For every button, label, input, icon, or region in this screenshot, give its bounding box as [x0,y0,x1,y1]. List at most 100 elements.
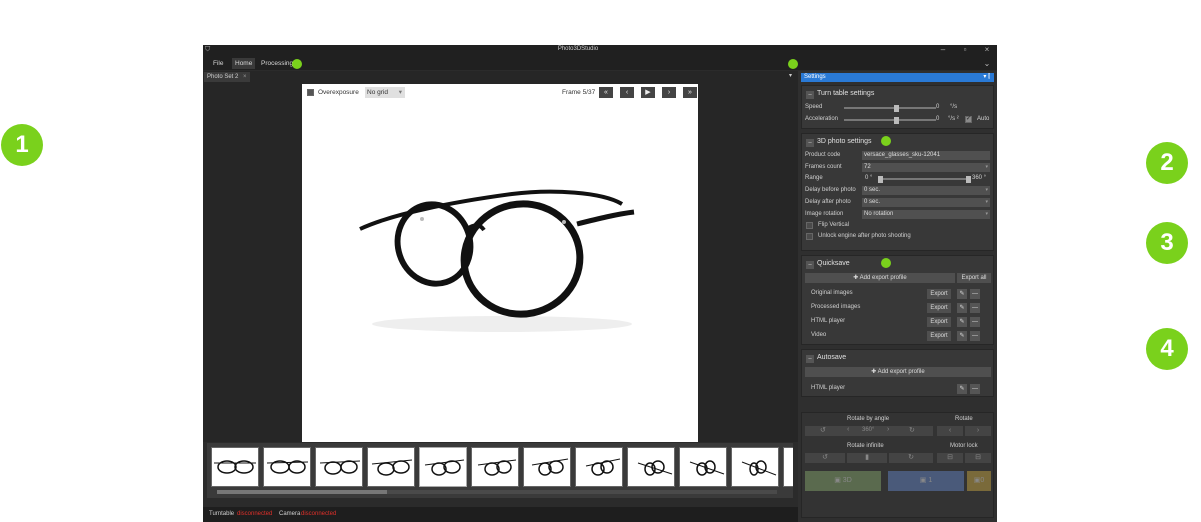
remove-icon[interactable]: — [970,303,980,313]
export-button[interactable]: Export [927,303,951,313]
rotate-infinite-cw-button[interactable]: ↻ [889,453,933,463]
export-button[interactable]: Export [927,331,951,341]
rotate-infinite-ccw-button[interactable]: ↺ [805,453,845,463]
callout-dot-1 [292,59,302,69]
minimize-icon[interactable]: – [933,45,953,56]
edit-icon[interactable]: ✎ [957,317,967,327]
product-glasses-image [359,189,635,332]
acceleration-slider-knob[interactable] [894,117,899,124]
frame-thumbnail[interactable] [367,447,415,487]
speed-slider-knob[interactable] [894,105,899,112]
maximize-icon[interactable]: ▫ [955,45,975,56]
delay-after-select[interactable]: 0 sec. ▾ [862,198,990,207]
next-frame-button[interactable]: › [662,87,676,98]
angle-decrease-icon[interactable]: ‹ [847,426,849,433]
collapse-icon[interactable]: – [806,91,814,99]
range-slider[interactable] [878,176,971,183]
delay-after-value: 0 sec. [864,199,881,205]
collapse-ribbon-icon[interactable]: ⌄ [977,59,997,70]
panel-menu-icon[interactable]: ▾ [789,72,792,79]
flip-vertical-checkbox[interactable] [806,222,813,229]
frame-thumbnail[interactable] [731,447,779,487]
delay-before-select[interactable]: 0 sec. ▾ [862,186,990,195]
shoot-3d-button[interactable]: ▣ 3D [805,471,881,491]
frames-scrollbar-thumb[interactable] [217,490,387,494]
menu-home[interactable]: Home [232,58,256,69]
speed-label: Speed [805,104,823,110]
edit-icon[interactable]: ✎ [957,384,967,394]
quicksave-group: – Quicksave ✚ Add export profile Export … [801,255,994,345]
turntable-settings-title: Turn table settings [817,90,875,97]
frame-thumbnail[interactable] [575,447,623,487]
frame-thumbnail[interactable] [211,447,259,487]
remove-icon[interactable]: — [970,331,980,341]
callout-dot-2 [788,59,798,69]
rotate-cw-icon[interactable]: ↻ [909,426,915,434]
overexposure-checkbox[interactable] [307,89,314,96]
export-all-button[interactable]: Export all [957,273,991,283]
motor-unlock-button[interactable]: ⊟ [965,453,991,463]
frame-thumbnail[interactable] [679,447,727,487]
shoot-zero-button[interactable]: ▣0 [967,471,991,491]
tab-close-icon[interactable]: × [243,74,247,80]
rotate-left-button[interactable]: ‹ [937,426,963,436]
collapse-icon[interactable]: – [806,139,814,147]
range-start-knob[interactable] [878,176,883,183]
motor-lock-button[interactable]: ⊟ [937,453,963,463]
auto-checkbox[interactable]: ✓ [965,116,972,123]
export-button[interactable]: Export [927,317,951,327]
range-end-knob[interactable] [966,176,971,183]
image-rotation-select[interactable]: No rotation ▾ [862,210,990,219]
frame-thumbnail[interactable] [471,447,519,487]
frame-label: Frame 5/37 [562,89,596,96]
camera-status-label: Camera [279,511,301,517]
last-frame-button[interactable]: » [683,87,697,98]
frame-thumbnail[interactable] [783,447,793,487]
unlock-engine-checkbox[interactable] [806,233,813,240]
remove-icon[interactable]: — [970,384,980,394]
remove-icon[interactable]: — [970,289,980,299]
angle-value[interactable]: 360° [862,427,874,433]
frame-thumbnail[interactable] [627,447,675,487]
rotate-right-button[interactable]: › [965,426,991,436]
play-button[interactable]: ▶ [641,87,655,98]
menu-file[interactable]: File [210,58,226,69]
frame-thumbnail[interactable] [419,447,467,487]
edit-icon[interactable]: ✎ [957,303,967,313]
add-autosave-profile-button[interactable]: ✚ Add export profile [805,367,991,377]
speed-slider[interactable] [844,105,936,112]
close-icon[interactable]: × [977,45,997,56]
grid-select[interactable]: No grid ▾ [365,87,405,98]
export-button[interactable]: Export [927,289,951,299]
tab-photo-set[interactable]: Photo Set 2 × [204,72,250,82]
delay-after-label: Delay after photo [805,199,851,205]
camera-status-value: disconnected [301,511,337,517]
first-frame-button[interactable]: « [599,87,613,98]
document-tabs: Photo Set 2 × ▾ [203,71,798,82]
edit-icon[interactable]: ✎ [957,331,967,341]
edit-icon[interactable]: ✎ [957,289,967,299]
remove-icon[interactable]: — [970,317,980,327]
menu-processing[interactable]: Processing [258,58,296,69]
collapse-icon[interactable]: – [806,261,814,269]
frame-thumbnail[interactable] [263,447,311,487]
angle-increase-icon[interactable]: › [887,426,889,433]
add-export-profile-button[interactable]: ✚ Add export profile [805,273,955,283]
product-code-input[interactable]: versace_glasses_sku-12041 [862,151,990,160]
shoot-single-button[interactable]: ▣ 1 [888,471,964,491]
prev-frame-button[interactable]: ‹ [620,87,634,98]
settings-pin-icon[interactable]: ▾ ⫿ [983,73,990,82]
rotate-infinite-stop-button[interactable]: ▮ [847,453,887,463]
rotate-label: Rotate [955,416,973,422]
chevron-down-icon: ▾ [985,187,988,193]
range-label: Range [805,175,823,181]
frame-thumbnail[interactable] [523,447,571,487]
frame-thumbnail[interactable] [315,447,363,487]
menu-bar: File Home Processing ⌄ [203,56,997,70]
collapse-icon[interactable]: – [806,355,814,363]
frames-scrollbar[interactable] [217,490,777,494]
delay-before-value: 0 sec. [864,187,881,193]
acceleration-slider[interactable] [844,117,936,124]
frames-count-select[interactable]: 72 ▾ [862,163,990,172]
product-code-label: Product code [805,152,841,158]
